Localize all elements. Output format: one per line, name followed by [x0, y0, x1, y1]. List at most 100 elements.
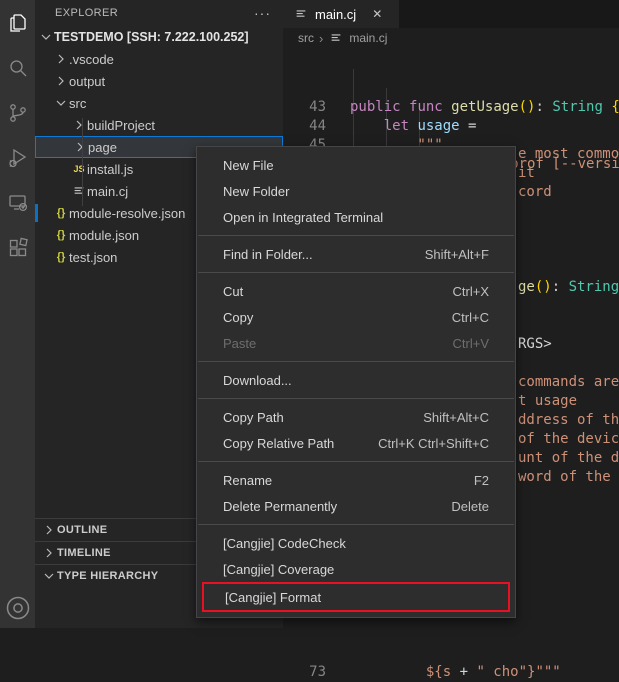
chevron-right-icon: [41, 545, 57, 561]
menu-item-cangjie-codecheck[interactable]: [Cangjie] CodeCheck: [197, 530, 515, 556]
tree-item-label: buildProject: [87, 118, 155, 133]
breadcrumb-src[interactable]: src: [298, 31, 314, 45]
activity-bar-indicator: [35, 204, 38, 222]
menu-separator: [198, 524, 514, 525]
sidebar-title: EXPLORER: [55, 7, 118, 19]
tree-item-label: test.json: [69, 250, 117, 265]
tree-item-label: module-resolve.json: [69, 206, 185, 221]
chevron-down-icon: [53, 95, 69, 111]
tree-item-buildproject[interactable]: buildProject: [35, 114, 283, 136]
menu-item-open-in-integrated-terminal[interactable]: Open in Integrated Terminal: [197, 204, 515, 230]
menu-separator: [198, 235, 514, 236]
cj-file-icon: [328, 30, 344, 46]
menu-item-shortcut: Ctrl+V: [453, 336, 489, 351]
menu-item-label: Paste: [223, 336, 256, 351]
code-fragment: it: [518, 164, 535, 183]
breadcrumb: src › main.cj: [283, 28, 619, 48]
menu-separator: [198, 398, 514, 399]
menu-item-new-folder[interactable]: New Folder: [197, 178, 515, 204]
explorer-icon[interactable]: [0, 0, 35, 45]
menu-separator: [198, 361, 514, 362]
menu-item-shortcut: F2: [474, 473, 489, 488]
code-fragment: e most common: [518, 145, 619, 164]
code-fragment: RGS>: [518, 335, 552, 354]
chevron-right-icon: [53, 51, 69, 67]
code-text: ${s + " cho"}""": [350, 663, 561, 682]
search-icon[interactable]: [0, 45, 35, 90]
menu-item-paste: Paste Ctrl+V: [197, 330, 515, 356]
tree-item-label: page: [88, 140, 117, 155]
menu-item-label: Copy: [223, 310, 253, 325]
menu-item-cut[interactable]: Cut Ctrl+X: [197, 278, 515, 304]
json-file-icon: {}: [53, 205, 69, 221]
js-file-icon: JS: [71, 161, 87, 177]
code-fragment: commands are: [518, 373, 619, 392]
menu-item-label: Download...: [223, 373, 292, 388]
menu-item-copy[interactable]: Copy Ctrl+C: [197, 304, 515, 330]
tree-item-label: install.js: [87, 162, 133, 177]
remote-explorer-icon[interactable]: [0, 180, 35, 225]
tree-item-label: module.json: [69, 228, 139, 243]
tree-item-label: output: [69, 74, 105, 89]
menu-item-label: [Cangjie] Coverage: [223, 562, 334, 577]
menu-item-delete-permanently[interactable]: Delete Permanently Delete: [197, 493, 515, 519]
line-number: 44: [283, 117, 326, 136]
tree-root-testdemo[interactable]: TESTDEMO [SSH: 7.222.100.252]: [35, 26, 283, 48]
chevron-right-icon: ›: [319, 31, 323, 46]
menu-item-label: New File: [223, 158, 274, 173]
chevron-down-icon: [38, 29, 54, 45]
menu-item-label: Delete Permanently: [223, 499, 337, 514]
chevron-right-icon: [41, 522, 57, 538]
menu-item-shortcut: Ctrl+X: [453, 284, 489, 299]
code-fragment: cord: [518, 183, 552, 202]
tab-main-cj[interactable]: main.cj ✕: [283, 0, 399, 28]
menu-item-label: Cut: [223, 284, 243, 299]
section-label: TIMELINE: [57, 547, 111, 559]
menu-item-label: [Cangjie] Format: [225, 590, 321, 605]
breadcrumb-main-cj[interactable]: main.cj: [349, 31, 387, 45]
tree-item-src[interactable]: src: [35, 92, 283, 114]
extensions-icon[interactable]: [0, 225, 35, 270]
more-actions-icon[interactable]: ···: [254, 5, 271, 21]
close-icon[interactable]: ✕: [372, 7, 382, 21]
code-fragment: word of the d: [518, 468, 619, 487]
tree-item-vscode[interactable]: .vscode: [35, 48, 283, 70]
run-debug-icon[interactable]: [0, 135, 35, 180]
menu-item-label: [Cangjie] CodeCheck: [223, 536, 346, 551]
menu-item-find-in-folder[interactable]: Find in Folder... Shift+Alt+F: [197, 241, 515, 267]
json-file-icon: {}: [53, 227, 69, 243]
menu-item-cangjie-format[interactable]: [Cangjie] Format: [204, 584, 508, 610]
tab-label: main.cj: [315, 7, 356, 22]
menu-item-label: Open in Integrated Terminal: [223, 210, 383, 225]
menu-separator: [198, 272, 514, 273]
line-number: 73: [283, 663, 326, 682]
code-fragment: ge(): String: [518, 278, 619, 297]
menu-item-new-file[interactable]: New File: [197, 152, 515, 178]
code-fragment: ddress of the: [518, 411, 619, 430]
tree-item-output[interactable]: output: [35, 70, 283, 92]
root-label: TESTDEMO [SSH: 7.222.100.252]: [54, 30, 249, 44]
menu-item-label: Find in Folder...: [223, 247, 313, 262]
tab-strip: main.cj ✕: [283, 0, 619, 28]
chevron-right-icon: [53, 73, 69, 89]
menu-item-shortcut: Delete: [451, 499, 489, 514]
tree-item-label: .vscode: [69, 52, 114, 67]
menu-item-copy-relative-path[interactable]: Copy Relative PathCtrl+K Ctrl+Shift+C: [197, 430, 515, 456]
menu-item-cangjie-coverage[interactable]: [Cangjie] Coverage: [197, 556, 515, 582]
menu-item-download[interactable]: Download...: [197, 367, 515, 393]
menu-item-rename[interactable]: RenameF2: [197, 467, 515, 493]
menu-item-shortcut: Shift+Alt+F: [425, 247, 489, 262]
sidebar-header: EXPLORER ···: [35, 0, 283, 26]
indent-guide: [82, 118, 83, 206]
menu-item-copy-path[interactable]: Copy PathShift+Alt+C: [197, 404, 515, 430]
chevron-down-icon: [41, 568, 57, 584]
source-control-icon[interactable]: [0, 90, 35, 135]
code-fragment: t usage: [518, 392, 577, 411]
menu-item-shortcut: Ctrl+C: [452, 310, 489, 325]
format-highlight-box: [Cangjie] Format: [202, 582, 510, 612]
code-text: public func getUsage(): String {: [350, 98, 619, 117]
section-label: TYPE HIERARCHY: [57, 570, 158, 582]
manage-icon[interactable]: [0, 594, 35, 646]
activity-bar: [0, 0, 35, 628]
menu-item-shortcut: Ctrl+K Ctrl+Shift+C: [378, 436, 489, 451]
